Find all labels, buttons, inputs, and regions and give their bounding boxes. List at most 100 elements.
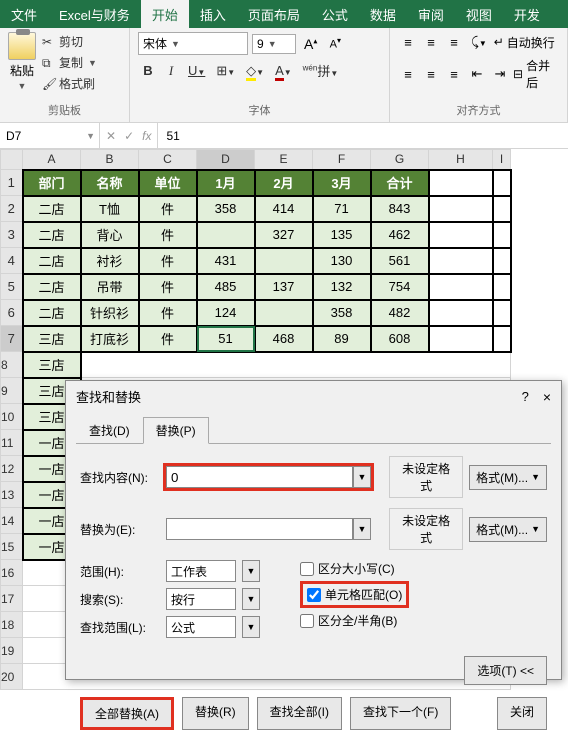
cell[interactable]: 485 xyxy=(197,274,255,300)
find-dropdown-button[interactable]: ▼ xyxy=(353,466,371,488)
row-header[interactable]: 12 xyxy=(1,456,23,482)
cell[interactable]: 背心 xyxy=(81,222,139,248)
cell[interactable]: 327 xyxy=(255,222,313,248)
cell[interactable]: 件 xyxy=(139,274,197,300)
cell[interactable]: 件 xyxy=(139,248,197,274)
cell[interactable] xyxy=(429,196,493,222)
font-color-button[interactable]: A▼ xyxy=(271,61,296,80)
decrease-font-button[interactable]: A▾ xyxy=(325,34,345,53)
phonetic-button[interactable]: wén拼▼ xyxy=(299,59,343,82)
options-toggle-button[interactable]: 选项(T) << xyxy=(464,656,547,685)
format-painter-button[interactable]: 🖌 格式刷 xyxy=(42,74,97,93)
cell[interactable]: 二店 xyxy=(23,274,81,300)
replace-all-button[interactable]: 全部替换(A) xyxy=(80,697,174,730)
tab-home[interactable]: 开始 xyxy=(141,0,189,30)
cell[interactable] xyxy=(493,326,511,352)
col-header-B[interactable]: B xyxy=(81,150,139,170)
row-header[interactable]: 2 xyxy=(1,196,23,222)
font-name-combo[interactable]: 宋体 ▼ xyxy=(138,32,248,55)
col-header-H[interactable]: H xyxy=(429,150,493,170)
scope-combo[interactable]: 工作表 xyxy=(166,560,236,582)
cell[interactable]: T恤 xyxy=(81,196,139,222)
cell[interactable]: 468 xyxy=(255,326,313,352)
row-header[interactable]: 5 xyxy=(1,274,23,300)
scope-dropdown-button[interactable]: ▼ xyxy=(242,560,260,582)
cell[interactable]: 二店 xyxy=(23,196,81,222)
lookin-dropdown-button[interactable]: ▼ xyxy=(242,616,260,638)
row-header[interactable]: 14 xyxy=(1,508,23,534)
tab-file[interactable]: 文件 xyxy=(0,0,48,30)
align-top-button[interactable]: ≡ xyxy=(398,33,418,52)
cell[interactable]: 合计 xyxy=(371,170,429,196)
match-case-checkbox[interactable] xyxy=(300,562,314,576)
row-header[interactable]: 13 xyxy=(1,482,23,508)
cell[interactable] xyxy=(429,170,493,196)
cell[interactable] xyxy=(493,300,511,326)
row-header[interactable]: 4 xyxy=(1,248,23,274)
row-header[interactable]: 18 xyxy=(1,612,23,638)
row-header[interactable]: 8 xyxy=(1,352,23,378)
row-header[interactable]: 11 xyxy=(1,430,23,456)
cell[interactable] xyxy=(429,300,493,326)
cell[interactable] xyxy=(493,248,511,274)
find-format-button[interactable]: 格式(M)...▼ xyxy=(469,465,547,490)
paste-button[interactable]: 粘贴 ▼ xyxy=(8,32,36,93)
align-bottom-button[interactable]: ≡ xyxy=(444,33,464,52)
col-header-I[interactable]: I xyxy=(493,150,511,170)
cell[interactable]: 部门 xyxy=(23,170,81,196)
cell[interactable]: 358 xyxy=(313,300,371,326)
row-header[interactable]: 1 xyxy=(1,170,23,196)
tab-formulas[interactable]: 公式 xyxy=(311,0,359,30)
cell[interactable]: 1月 xyxy=(197,170,255,196)
tab-layout[interactable]: 页面布局 xyxy=(237,0,311,30)
row-header[interactable]: 7 xyxy=(1,326,23,352)
cell[interactable]: 三店 xyxy=(23,352,81,378)
find-all-button[interactable]: 查找全部(I) xyxy=(257,697,342,730)
replace-button[interactable]: 替换(R) xyxy=(182,697,249,730)
cell[interactable]: 针织衫 xyxy=(81,300,139,326)
cell[interactable]: 件 xyxy=(139,326,197,352)
match-width-checkbox[interactable] xyxy=(300,614,314,628)
cancel-formula-button[interactable]: ✕ xyxy=(106,129,116,143)
cell[interactable]: 3月 xyxy=(313,170,371,196)
replace-dropdown-button[interactable]: ▼ xyxy=(353,518,371,540)
find-next-button[interactable]: 查找下一个(F) xyxy=(350,697,451,730)
row-header[interactable]: 17 xyxy=(1,586,23,612)
col-header-E[interactable]: E xyxy=(255,150,313,170)
row-header[interactable]: 9 xyxy=(1,378,23,404)
find-input[interactable] xyxy=(166,466,353,488)
tab-find[interactable]: 查找(D) xyxy=(76,417,143,444)
tab-insert[interactable]: 插入 xyxy=(189,0,237,30)
cut-button[interactable]: ✂ 剪切 xyxy=(42,32,97,51)
row-header[interactable]: 20 xyxy=(1,664,23,690)
cell[interactable]: 431 xyxy=(197,248,255,274)
underline-button[interactable]: U▼ xyxy=(184,61,209,80)
cell[interactable]: 二店 xyxy=(23,222,81,248)
align-right-button[interactable]: ≡ xyxy=(444,65,464,84)
bold-button[interactable]: B xyxy=(138,61,158,80)
cell[interactable]: 482 xyxy=(371,300,429,326)
select-all-corner[interactable] xyxy=(1,150,23,170)
cell[interactable] xyxy=(493,196,511,222)
cell[interactable]: 137 xyxy=(255,274,313,300)
row-header[interactable]: 15 xyxy=(1,534,23,560)
cell[interactable]: 754 xyxy=(371,274,429,300)
cell[interactable]: 462 xyxy=(371,222,429,248)
search-combo[interactable]: 按行 xyxy=(166,588,236,610)
tab-view[interactable]: 视图 xyxy=(455,0,503,30)
cell[interactable]: 名称 xyxy=(81,170,139,196)
row-header[interactable]: 3 xyxy=(1,222,23,248)
replace-input[interactable] xyxy=(166,518,353,540)
italic-button[interactable]: I xyxy=(161,61,181,81)
cell[interactable]: 件 xyxy=(139,222,197,248)
align-left-button[interactable]: ≡ xyxy=(398,65,418,84)
name-box[interactable]: D7 ▼ xyxy=(0,123,100,148)
cell[interactable]: 件 xyxy=(139,300,197,326)
align-center-button[interactable]: ≡ xyxy=(421,65,441,84)
cell[interactable]: 件 xyxy=(139,196,197,222)
cell[interactable] xyxy=(493,222,511,248)
cell[interactable]: 132 xyxy=(313,274,371,300)
increase-font-button[interactable]: A▴ xyxy=(300,34,321,54)
fx-button[interactable]: fx xyxy=(142,129,151,143)
tab-data[interactable]: 数据 xyxy=(359,0,407,30)
